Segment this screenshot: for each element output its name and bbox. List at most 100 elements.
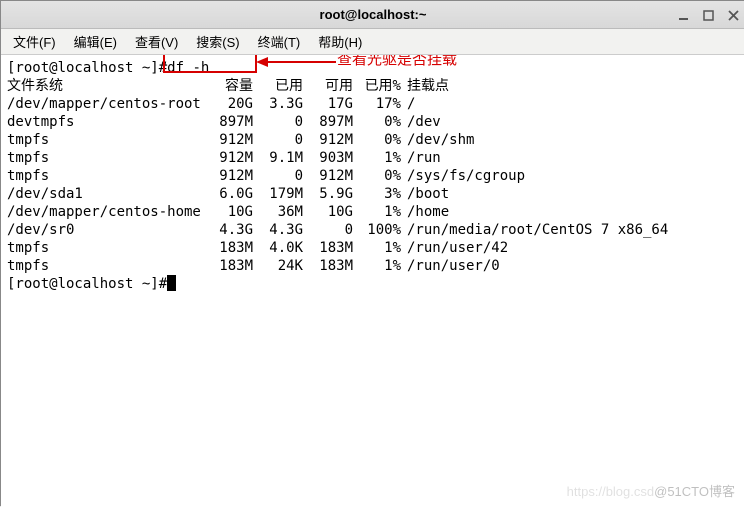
cell-avail: 912M (303, 131, 353, 149)
cell-pct: 0% (353, 131, 401, 149)
prompt-text: [root@localhost ~]# (7, 275, 167, 293)
window-controls (678, 9, 739, 20)
cell-used: 36M (253, 203, 303, 221)
cell-avail: 912M (303, 167, 353, 185)
hdr-size: 容量 (207, 77, 253, 95)
df-row: /dev/mapper/centos-home10G36M10G1%/home (7, 203, 739, 221)
df-row: tmpfs912M9.1M903M1%/run (7, 149, 739, 167)
cell-filesystem: tmpfs (7, 167, 207, 185)
df-row: devtmpfs897M0897M0%/dev (7, 113, 739, 131)
cell-used: 4.3G (253, 221, 303, 239)
menu-help[interactable]: 帮助(H) (312, 29, 368, 54)
df-header: 文件系统 容量 已用 可用 已用% 挂载点 (7, 77, 739, 95)
cell-size: 20G (207, 95, 253, 113)
cell-size: 912M (207, 131, 253, 149)
cell-filesystem: /dev/sr0 (7, 221, 207, 239)
cell-filesystem: /dev/mapper/centos-root (7, 95, 207, 113)
cell-pct: 17% (353, 95, 401, 113)
terminal-window: root@localhost:~ 文件(F) 编辑(E) 查看(V) 搜索(S)… (1, 1, 744, 507)
cell-pct: 1% (353, 203, 401, 221)
hdr-filesystem: 文件系统 (7, 77, 207, 95)
cell-filesystem: tmpfs (7, 131, 207, 149)
cell-avail: 10G (303, 203, 353, 221)
terminal-output[interactable]: [root@localhost ~]# df -h 文件系统 容量 已用 可用 … (1, 55, 744, 507)
df-row: tmpfs912M0912M0%/sys/fs/cgroup (7, 167, 739, 185)
cursor (167, 275, 176, 291)
hdr-used: 已用 (253, 77, 303, 95)
cell-mount: /dev/shm (401, 131, 474, 149)
df-row: /dev/sda16.0G179M5.9G3%/boot (7, 185, 739, 203)
df-row: /dev/sr04.3G4.3G0100%/run/media/root/Cen… (7, 221, 739, 239)
cell-filesystem: tmpfs (7, 257, 207, 275)
hdr-pct: 已用% (353, 77, 401, 95)
cell-used: 0 (253, 167, 303, 185)
cell-mount: /run/user/42 (401, 239, 508, 257)
cell-avail: 5.9G (303, 185, 353, 203)
cell-used: 4.0K (253, 239, 303, 257)
cell-pct: 1% (353, 257, 401, 275)
menubar: 文件(F) 编辑(E) 查看(V) 搜索(S) 终端(T) 帮助(H) (1, 29, 744, 55)
cell-mount: /dev (401, 113, 441, 131)
cell-avail: 903M (303, 149, 353, 167)
df-row: tmpfs183M4.0K183M1%/run/user/42 (7, 239, 739, 257)
menu-search[interactable]: 搜索(S) (190, 29, 245, 54)
prompt-line-2: [root@localhost ~]# (7, 275, 739, 293)
cell-used: 3.3G (253, 95, 303, 113)
window-title: root@localhost:~ (320, 7, 427, 22)
hdr-mount: 挂载点 (401, 77, 449, 95)
titlebar: root@localhost:~ (1, 1, 744, 29)
df-row: /dev/mapper/centos-root20G3.3G17G17%/ (7, 95, 739, 113)
cell-size: 183M (207, 257, 253, 275)
cell-size: 183M (207, 239, 253, 257)
close-button[interactable] (728, 9, 739, 20)
maximize-button[interactable] (703, 9, 714, 20)
cell-size: 912M (207, 149, 253, 167)
df-row: tmpfs183M24K183M1%/run/user/0 (7, 257, 739, 275)
cell-pct: 0% (353, 113, 401, 131)
cell-mount: /run/user/0 (401, 257, 500, 275)
command: df -h (167, 59, 209, 77)
df-row: tmpfs912M0912M0%/dev/shm (7, 131, 739, 149)
prompt-text: [root@localhost ~]# (7, 59, 167, 77)
menu-edit[interactable]: 编辑(E) (68, 29, 123, 54)
menu-view[interactable]: 查看(V) (129, 29, 184, 54)
cell-filesystem: tmpfs (7, 239, 207, 257)
cell-size: 897M (207, 113, 253, 131)
minimize-button[interactable] (678, 9, 689, 20)
cell-size: 10G (207, 203, 253, 221)
cell-filesystem: tmpfs (7, 149, 207, 167)
menu-file[interactable]: 文件(F) (7, 29, 62, 54)
cell-mount: / (401, 95, 415, 113)
watermark-text: @51CTO博客 (654, 484, 735, 499)
cell-avail: 897M (303, 113, 353, 131)
cell-avail: 17G (303, 95, 353, 113)
cell-mount: /boot (401, 185, 449, 203)
cell-mount: /run/media/root/CentOS 7 x86_64 (401, 221, 668, 239)
cell-size: 6.0G (207, 185, 253, 203)
cell-mount: /sys/fs/cgroup (401, 167, 525, 185)
cell-filesystem: /dev/sda1 (7, 185, 207, 203)
cell-pct: 1% (353, 239, 401, 257)
prompt-line-1: [root@localhost ~]# df -h (7, 59, 739, 77)
cell-avail: 183M (303, 257, 353, 275)
cell-used: 0 (253, 113, 303, 131)
cell-avail: 0 (303, 221, 353, 239)
cell-mount: /run (401, 149, 441, 167)
cell-avail: 183M (303, 239, 353, 257)
menu-terminal[interactable]: 终端(T) (252, 29, 307, 54)
watermark-faint: https://blog.csd (567, 484, 654, 499)
hdr-avail: 可用 (303, 77, 353, 95)
cell-size: 4.3G (207, 221, 253, 239)
cell-mount: /home (401, 203, 449, 221)
cell-used: 9.1M (253, 149, 303, 167)
cell-used: 179M (253, 185, 303, 203)
cell-pct: 100% (353, 221, 401, 239)
cell-size: 912M (207, 167, 253, 185)
cell-used: 24K (253, 257, 303, 275)
cell-used: 0 (253, 131, 303, 149)
cell-pct: 0% (353, 167, 401, 185)
cell-pct: 1% (353, 149, 401, 167)
cell-filesystem: devtmpfs (7, 113, 207, 131)
watermark: https://blog.csd@51CTO博客 (567, 483, 735, 501)
cell-pct: 3% (353, 185, 401, 203)
